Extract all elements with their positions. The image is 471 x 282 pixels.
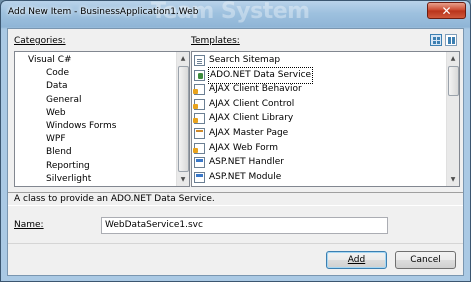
- category-item[interactable]: Reporting: [46, 160, 90, 173]
- name-label-text: Name:: [14, 220, 44, 230]
- scroll-thumb[interactable]: [448, 66, 459, 96]
- scroll-up-arrow-icon[interactable]: ▲: [447, 52, 459, 65]
- ajax-icon: [193, 113, 205, 125]
- category-item[interactable]: General: [46, 94, 81, 107]
- title-bar[interactable]: Team System Add New Item - BusinessAppli…: [1, 1, 470, 27]
- scroll-thumb[interactable]: [178, 66, 189, 172]
- ajax-icon: [193, 84, 205, 96]
- template-item[interactable]: AJAX Web Form: [193, 141, 278, 156]
- asp-icon: [194, 171, 205, 183]
- category-item[interactable]: Code: [46, 67, 69, 80]
- template-item-label: AJAX Client Behavior: [209, 84, 302, 95]
- large-icons-view-button[interactable]: [430, 34, 442, 46]
- cancel-button-label: Cancel: [410, 255, 441, 265]
- templates-list[interactable]: Search Sitemap ADO.NET Data Service AJAX C…: [191, 51, 460, 187]
- category-item[interactable]: Blend: [46, 146, 72, 159]
- grid-icon-cell: [433, 41, 436, 44]
- grid-icon-cell: [437, 37, 440, 40]
- category-item[interactable]: Data: [46, 80, 68, 93]
- window-title: Add New Item - BusinessApplication1.Web: [8, 7, 199, 17]
- template-description: A class to provide an ADO.NET Data Servi…: [8, 192, 463, 206]
- list-icon: [448, 37, 451, 44]
- data-service-icon: [194, 69, 205, 81]
- template-item[interactable]: [194, 184, 209, 187]
- categories-scrollbar[interactable]: ▲ ▼: [176, 52, 189, 186]
- add-new-item-dialog: Team System Add New Item - BusinessAppli…: [0, 0, 471, 282]
- template-item[interactable]: ADO.NET Data Service: [194, 66, 314, 84]
- template-item[interactable]: Search Sitemap: [194, 53, 280, 68]
- page-icon: [194, 55, 205, 66]
- template-item-label: AJAX Master Page: [209, 128, 289, 138]
- master-page-icon: [194, 128, 205, 139]
- scroll-down-arrow-icon[interactable]: ▼: [177, 173, 189, 186]
- small-icons-view-button[interactable]: [445, 34, 457, 46]
- cancel-button[interactable]: Cancel: [395, 251, 456, 269]
- categories-label-text: Categories:: [14, 36, 66, 46]
- templates-label-text: Templates:: [191, 36, 240, 46]
- template-item[interactable]: AJAX Client Behavior: [193, 82, 302, 97]
- add-button-label: Add: [347, 255, 366, 265]
- category-item[interactable]: Windows Forms: [46, 120, 116, 133]
- dialog-body: Categories: Templates: Visual C# Code Data…: [7, 28, 464, 276]
- template-item[interactable]: ASP.NET Module: [194, 170, 281, 185]
- grid-icon-cell: [437, 41, 440, 44]
- categories-label: Categories:: [14, 36, 66, 46]
- template-item[interactable]: AJAX Client Control: [193, 97, 295, 112]
- category-item[interactable]: Web: [46, 107, 66, 120]
- template-item[interactable]: AJAX Master Page: [194, 126, 288, 141]
- list-icon-col: [452, 37, 455, 44]
- scroll-up-arrow-icon[interactable]: ▲: [177, 52, 189, 65]
- template-item[interactable]: ASP.NET Handler: [194, 155, 284, 170]
- asp-icon: [194, 157, 205, 169]
- templates-scrollbar[interactable]: ▲ ▼: [446, 52, 459, 186]
- category-item[interactable]: Silverlight: [46, 173, 91, 186]
- ajax-icon: [193, 142, 205, 154]
- template-item[interactable]: AJAX Client Library: [193, 111, 294, 126]
- scroll-down-arrow-icon[interactable]: ▼: [447, 173, 459, 186]
- name-input[interactable]: WebDataService1.svc: [101, 217, 388, 234]
- template-item-label: ASP.NET Handler: [209, 157, 284, 168]
- template-item-label: Search Sitemap: [209, 55, 281, 65]
- ajax-icon: [193, 98, 205, 110]
- categories-tree[interactable]: Visual C# Code Data General Web Windows Forms…: [14, 51, 190, 187]
- template-item-label: AJAX Client Library: [209, 113, 294, 124]
- close-button[interactable]: ✕: [427, 2, 466, 19]
- name-label: Name:: [14, 220, 44, 230]
- divider: [8, 243, 463, 244]
- close-icon: ✕: [441, 3, 452, 18]
- add-button[interactable]: Add: [326, 251, 387, 269]
- more-icon: [194, 186, 205, 187]
- templates-label: Templates:: [191, 36, 240, 46]
- category-item[interactable]: Visual C#: [28, 54, 72, 67]
- template-item-label: ADO.NET Data Service: [207, 66, 314, 84]
- template-item-label: AJAX Web Form: [209, 142, 278, 153]
- category-item[interactable]: WPF: [46, 133, 66, 146]
- grid-icon: [433, 37, 436, 40]
- template-item-label: ASP.NET Module: [209, 171, 282, 182]
- template-item-label: AJAX Client Control: [209, 98, 295, 109]
